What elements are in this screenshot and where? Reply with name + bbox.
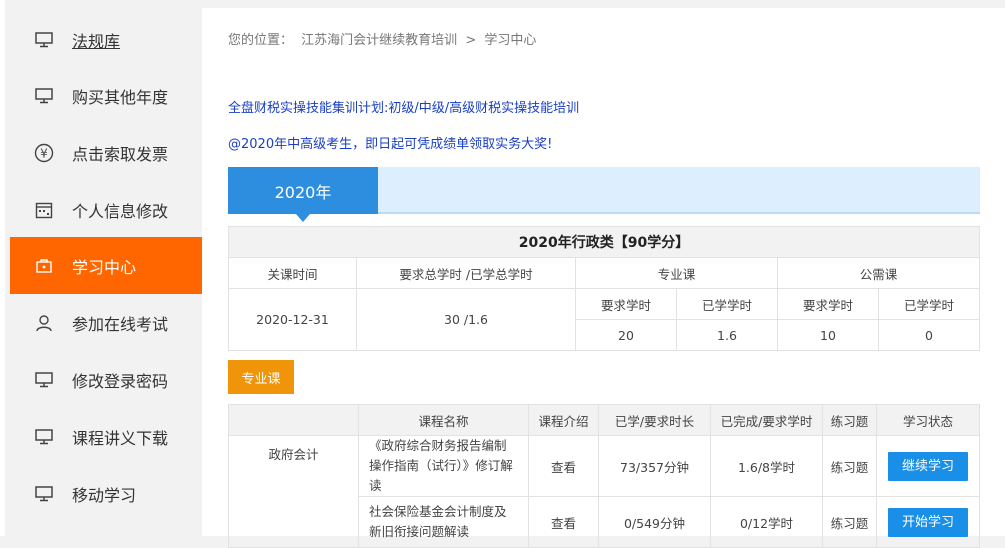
header-total-hours: 要求总学时 /已学总学时 xyxy=(356,257,576,289)
value-pub-done: 0 xyxy=(878,319,980,351)
course-hours: 0/12学时 xyxy=(710,496,823,548)
course-duration: 73/357分钟 xyxy=(598,435,711,497)
sidebar-item-label: 个人信息修改 xyxy=(72,201,169,221)
sidebar-item-label: 移动学习 xyxy=(72,485,137,505)
user-icon xyxy=(34,313,54,333)
value-pub-req: 10 xyxy=(777,319,879,351)
course-exercise-link[interactable]: 练习题 xyxy=(822,435,877,497)
tab-year-2020[interactable]: 2020年 xyxy=(228,167,378,222)
sidebar-item-mobile-learning[interactable]: 移动学习 xyxy=(10,465,207,522)
sidebar-item-law-library[interactable]: 法规库 xyxy=(10,11,207,68)
course-category: 政府会计 xyxy=(228,435,359,548)
breadcrumb-prefix: 您的位置： xyxy=(228,33,294,48)
col-header-exercise: 练习题 xyxy=(822,404,877,436)
breadcrumb: 您的位置： 江苏海门会计继续教育培训 > 学习中心 xyxy=(228,29,540,48)
sidebar-item-buy-other-years[interactable]: 购买其他年度 xyxy=(10,67,207,124)
monitor-icon xyxy=(34,30,54,50)
course-duration: 0/549分钟 xyxy=(598,496,711,548)
sidebar-item-label: 课程讲义下载 xyxy=(72,428,169,448)
sidebar-item-change-password[interactable]: 修改登录密码 xyxy=(10,351,207,408)
monitor-icon xyxy=(34,370,54,390)
value-total-hours: 30 /1.6 xyxy=(356,288,576,351)
course-table: 课程名称 课程介绍 已学/要求时长 已完成/要求学时 练习题 学习状态 政府会计… xyxy=(228,404,980,548)
sidebar-item-label: 学习中心 xyxy=(72,257,137,277)
header-public: 公需课 xyxy=(777,257,980,289)
sidebar-item-label: 点击索取发票 xyxy=(72,144,169,164)
course-name-link[interactable]: 社会保险基金会计制度及新旧衔接问题解读 xyxy=(358,496,529,548)
value-prof-req: 20 xyxy=(575,319,677,351)
table-row: 政府会计 《政府综合财务报告编制操作指南（试行）》修订解读 查看 73/357分… xyxy=(228,435,980,548)
sidebar-item-invoice[interactable]: ¥ 点击索取发票 xyxy=(10,124,207,181)
promo-link-training[interactable]: 全盘财税实操技能集训计划:初级/中级/高级财税实操技能培训 xyxy=(228,97,579,116)
course-status-cell: 继续学习 xyxy=(876,435,980,497)
sidebar-item-label: 参加在线考试 xyxy=(72,314,169,334)
value-prof-done: 1.6 xyxy=(676,319,778,351)
svg-text:¥: ¥ xyxy=(40,146,48,160)
course-hours: 1.6/8学时 xyxy=(710,435,823,497)
breadcrumb-separator: > xyxy=(465,33,477,48)
category-professional-button[interactable]: 专业课 xyxy=(228,360,294,394)
header-pub-req: 要求学时 xyxy=(777,288,879,320)
col-header-hours: 已完成/要求学时 xyxy=(710,404,823,436)
promo-link-award[interactable]: @2020年中高级考生，即日起可凭成绩单领取实务大奖! xyxy=(228,133,552,152)
main-content: 您的位置： 江苏海门会计继续教育培训 > 学习中心 全盘财税实操技能集训计划:初… xyxy=(202,8,1005,548)
sidebar-item-online-exam[interactable]: 参加在线考试 xyxy=(10,294,207,351)
course-status-cell: 开始学习 xyxy=(876,496,980,548)
summary-title: 2020年行政类【90学分】 xyxy=(228,226,980,258)
course-name-link[interactable]: 《政府综合财务报告编制操作指南（试行）》修订解读 xyxy=(358,435,529,497)
breadcrumb-current: 学习中心 xyxy=(484,33,537,48)
course-intro-link[interactable]: 查看 xyxy=(528,435,599,497)
col-header-category xyxy=(228,404,359,436)
monitor-icon xyxy=(34,427,54,447)
course-exercise-link[interactable]: 练习题 xyxy=(822,496,877,548)
sidebar-item-handout-download[interactable]: 课程讲义下载 xyxy=(10,408,207,465)
briefcase-icon xyxy=(34,256,54,276)
header-prof-done: 已学学时 xyxy=(676,288,778,320)
start-learning-button[interactable]: 开始学习 xyxy=(888,507,968,537)
sidebar-item-label: 法规库 xyxy=(72,31,121,51)
monitor-icon xyxy=(34,86,54,106)
sidebar: 法规库 购买其他年度 ¥ 点击索取发票 个人信息修改 学习中心 参加在线考试 修… xyxy=(0,0,217,536)
col-header-status: 学习状态 xyxy=(876,404,980,436)
col-header-intro: 课程介绍 xyxy=(528,404,599,436)
course-intro-link[interactable]: 查看 xyxy=(528,496,599,548)
sidebar-item-profile-edit[interactable]: 个人信息修改 xyxy=(10,181,207,238)
header-pub-done: 已学学时 xyxy=(878,288,980,320)
monitor-icon xyxy=(34,484,54,504)
summary-table: 2020年行政类【90学分】 关课时间 要求总学时 /已学总学时 专业课 公需课… xyxy=(228,226,980,351)
sidebar-item-label: 购买其他年度 xyxy=(72,87,169,107)
calendar-icon xyxy=(34,200,54,220)
sidebar-item-label: 修改登录密码 xyxy=(72,371,169,391)
sidebar-item-learning-center[interactable]: 学习中心 xyxy=(10,237,217,294)
col-header-course-name: 课程名称 xyxy=(358,404,529,436)
header-prof-req: 要求学时 xyxy=(575,288,677,320)
breadcrumb-site-link[interactable]: 江苏海门会计继续教育培训 xyxy=(301,33,457,48)
header-close-time: 关课时间 xyxy=(228,257,357,289)
value-close-time: 2020-12-31 xyxy=(228,288,357,351)
yen-icon: ¥ xyxy=(34,143,54,163)
continue-learning-button[interactable]: 继续学习 xyxy=(888,451,968,481)
year-tab-bar: 2020年 xyxy=(228,167,980,222)
col-header-duration: 已学/要求时长 xyxy=(598,404,711,436)
header-professional: 专业课 xyxy=(575,257,778,289)
